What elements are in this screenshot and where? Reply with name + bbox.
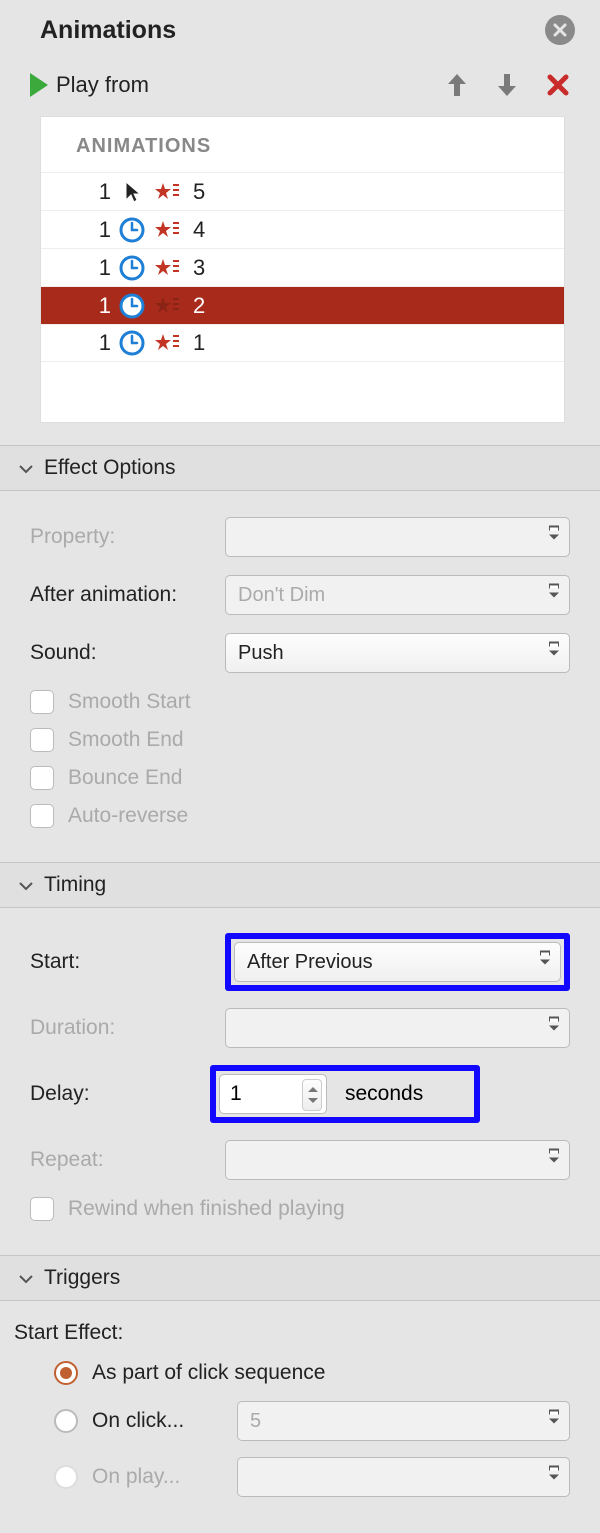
- start-effect-label: Start Effect:: [14, 1321, 570, 1345]
- animation-label: 2: [193, 293, 205, 319]
- animation-row[interactable]: 1 1: [41, 324, 564, 362]
- property-label: Property:: [30, 525, 225, 549]
- play-label: Play from: [56, 72, 149, 98]
- clock-icon: [117, 215, 147, 245]
- bounce-end-label: Bounce End: [68, 766, 182, 790]
- section-title: Triggers: [44, 1266, 120, 1290]
- rewind-label: Rewind when finished playing: [68, 1197, 345, 1221]
- delete-icon: [546, 73, 570, 97]
- section-title: Timing: [44, 873, 106, 897]
- duration-select: [225, 1008, 570, 1048]
- on-click-select: 5: [237, 1401, 570, 1441]
- start-label: Start:: [30, 950, 225, 974]
- highlight-start: After Previous: [225, 933, 570, 991]
- animation-order: 1: [83, 293, 111, 319]
- radio-click-sequence[interactable]: [54, 1361, 78, 1385]
- animation-label: 5: [193, 179, 205, 205]
- smooth-start-checkbox: [30, 690, 54, 714]
- effect-icon: [151, 328, 181, 358]
- animation-row[interactable]: 1 2: [41, 286, 564, 324]
- clock-icon: [117, 328, 147, 358]
- delay-unit: seconds: [345, 1082, 423, 1106]
- panel-title: Animations: [40, 16, 176, 45]
- triggers-header[interactable]: Triggers: [0, 1255, 600, 1301]
- smooth-end-label: Smooth End: [68, 728, 184, 752]
- animation-list[interactable]: ANIMATIONS 1 5 1 4 1 3 1: [40, 116, 565, 423]
- smooth-start-label: Smooth Start: [68, 690, 191, 714]
- animation-label: 4: [193, 217, 205, 243]
- close-icon: [552, 22, 568, 38]
- after-animation-label: After animation:: [30, 583, 225, 607]
- radio-on-click-label: On click...: [92, 1409, 237, 1433]
- radio-on-click[interactable]: [54, 1409, 78, 1433]
- sound-select[interactable]: Push: [225, 633, 570, 673]
- animation-order: 1: [83, 179, 111, 205]
- auto-reverse-checkbox: [30, 804, 54, 828]
- radio-on-play-label: On play...: [92, 1465, 237, 1489]
- section-title: Effect Options: [44, 456, 176, 480]
- animation-row[interactable]: 1 3: [41, 248, 564, 286]
- effect-icon: [151, 253, 181, 283]
- property-select: [225, 517, 570, 557]
- animation-row[interactable]: 1 5: [41, 172, 564, 210]
- move-up-button[interactable]: [446, 72, 468, 98]
- chevron-down-icon: [18, 459, 36, 477]
- chevron-down-icon: [18, 876, 36, 894]
- delay-input[interactable]: 1: [219, 1074, 327, 1114]
- repeat-select: [225, 1140, 570, 1180]
- animation-row[interactable]: 1 4: [41, 210, 564, 248]
- sound-label: Sound:: [30, 641, 225, 665]
- highlight-delay: 1 seconds: [210, 1065, 480, 1123]
- radio-on-play: [54, 1465, 78, 1489]
- animation-order: 1: [83, 217, 111, 243]
- chevron-down-icon: [18, 1269, 36, 1287]
- start-select[interactable]: After Previous: [234, 942, 561, 982]
- play-icon: [30, 73, 48, 97]
- arrow-down-icon: [496, 72, 518, 98]
- clock-icon: [117, 253, 147, 283]
- radio-click-sequence-label: As part of click sequence: [92, 1361, 325, 1385]
- animation-label: 3: [193, 255, 205, 281]
- after-animation-select[interactable]: Don't Dim: [225, 575, 570, 615]
- move-down-button[interactable]: [496, 72, 518, 98]
- smooth-end-checkbox: [30, 728, 54, 752]
- arrow-up-icon: [446, 72, 468, 98]
- delay-value: 1: [230, 1082, 242, 1106]
- list-header: ANIMATIONS: [41, 135, 564, 172]
- play-from-button[interactable]: Play from: [30, 72, 149, 98]
- bounce-end-checkbox: [30, 766, 54, 790]
- on-play-select: [237, 1457, 570, 1497]
- clock-icon: [117, 291, 147, 321]
- effect-icon: [151, 177, 181, 207]
- auto-reverse-label: Auto-reverse: [68, 804, 188, 828]
- repeat-label: Repeat:: [30, 1148, 225, 1172]
- rewind-checkbox: [30, 1197, 54, 1221]
- effect-icon: [151, 215, 181, 245]
- duration-label: Duration:: [30, 1016, 225, 1040]
- effect-icon: [151, 291, 181, 321]
- delete-button[interactable]: [546, 73, 570, 97]
- animation-label: 1: [193, 330, 205, 356]
- delay-label: Delay:: [30, 1082, 210, 1106]
- mouse-click-icon: [117, 177, 147, 207]
- animation-order: 1: [83, 255, 111, 281]
- close-button[interactable]: [545, 15, 575, 45]
- animation-order: 1: [83, 330, 111, 356]
- timing-header[interactable]: Timing: [0, 862, 600, 908]
- delay-stepper[interactable]: [302, 1079, 322, 1111]
- effect-options-header[interactable]: Effect Options: [0, 445, 600, 491]
